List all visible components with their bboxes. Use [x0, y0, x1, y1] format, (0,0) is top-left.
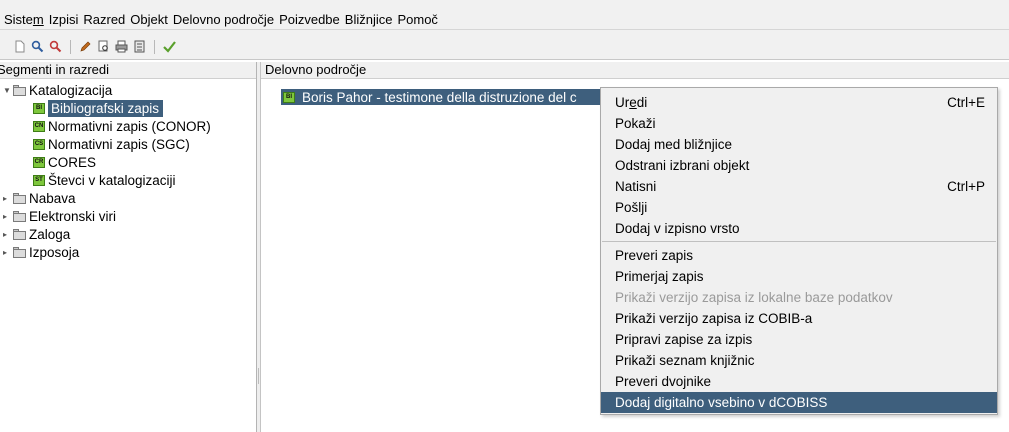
context-menu-item-dodaj-med-bliznjice[interactable]: Dodaj med bližnjice [601, 134, 997, 155]
toolbar-separator [70, 39, 71, 54]
context-menu-item-pripravi-za-izpis[interactable]: Pripravi zapise za izpis [601, 329, 997, 350]
menu-item-label: Dodaj digitalno vsebino v dCOBISS [615, 395, 828, 410]
print-icon[interactable] [114, 39, 129, 54]
menu-bliznjice[interactable]: Bližnjice [345, 12, 393, 28]
tree-node-label: Elektronski viri [29, 208, 117, 224]
menu-objekt[interactable]: Objekt [130, 12, 168, 28]
calculator-icon[interactable] [132, 39, 147, 54]
menu-poizvedbe[interactable]: Poizvedbe [279, 12, 340, 28]
tree-node-katalogizacija[interactable]: ▼ Katalogizacija [0, 81, 256, 99]
folder-icon [13, 246, 26, 258]
context-menu-item-preveri-dvojnike[interactable]: Preveri dvojnike [601, 371, 997, 392]
context-menu-item-primerjaj-zapis[interactable]: Primerjaj zapis [601, 266, 997, 287]
menu-bar: Sistem Izpisi Razred Objekt Delovno področje… [0, 0, 1009, 30]
tree-node-label: Zaloga [29, 226, 71, 242]
record-class-icon: ŠT [33, 174, 45, 186]
record-class-icon: BI [283, 91, 295, 103]
context-menu-item-seznam-knjiznic[interactable]: Prikaži seznam knjižnic [601, 350, 997, 371]
tree-node-cores[interactable]: CR CORES [0, 153, 256, 171]
context-menu-item-dodaj-v-izpisno-vrsto[interactable]: Dodaj v izpisno vrsto [601, 218, 997, 239]
menu-item-label: Prikaži verzijo zapisa iz lokalne baze p… [615, 290, 893, 305]
collapsed-arrow-icon[interactable]: ▸ [3, 230, 11, 239]
tree-node-label: Katalogizacija [29, 82, 113, 98]
new-document-icon[interactable] [12, 39, 27, 54]
menu-item-label: Dodaj med bližnjice [615, 137, 733, 152]
folder-icon [13, 210, 26, 222]
folder-icon [13, 192, 26, 204]
menu-item-label: Prikaži verzijo zapisa iz COBIB-a [615, 311, 813, 326]
collapsed-arrow-icon[interactable]: ▸ [3, 212, 11, 221]
tree-node-nabava[interactable]: ▸ Nabava [0, 189, 256, 207]
toolbar [0, 30, 1009, 60]
tree-node-label: Števci v katalogizaciji [48, 172, 176, 188]
menu-separator [602, 241, 996, 242]
context-menu-item-dcobiss[interactable]: Dodaj digitalno vsebino v dCOBISS [601, 392, 997, 413]
tree-node-label: Nabava [29, 190, 76, 206]
record-class-icon: CR [33, 156, 45, 168]
tree-node-label: Normativni zapis (SGC) [48, 136, 190, 152]
menu-razred[interactable]: Razred [83, 12, 125, 28]
tree-node-zaloga[interactable]: ▸ Zaloga [0, 225, 256, 243]
context-menu-item-cobib-verzija[interactable]: Prikaži verzijo zapisa iz COBIB-a [601, 308, 997, 329]
tree-node-label: Normativni zapis (CONOR) [48, 118, 211, 134]
splitter-grip[interactable] [258, 368, 259, 384]
context-menu: Uredi Ctrl+E Pokaži Dodaj med bližnjice O… [600, 87, 998, 415]
check-icon[interactable] [162, 39, 177, 54]
context-menu-item-pokazi[interactable]: Pokaži [601, 113, 997, 134]
expanded-arrow-icon[interactable]: ▼ [3, 86, 11, 95]
collapsed-arrow-icon[interactable]: ▸ [3, 194, 11, 203]
menu-item-label: Pošlji [615, 200, 648, 215]
collapsed-arrow-icon[interactable]: ▸ [3, 248, 11, 257]
advanced-search-icon[interactable] [48, 39, 63, 54]
menu-item-label: Natisni [615, 179, 657, 194]
tree-node-normativni-zapis-conor[interactable]: CN Normativni zapis (CONOR) [0, 117, 256, 135]
tree-node-elektronski-viri[interactable]: ▸ Elektronski viri [0, 207, 256, 225]
menu-pomoc[interactable]: Pomoč [397, 12, 437, 28]
tree-node-label: Bibliografski zapis [48, 99, 164, 117]
menu-izpisi[interactable]: Izpisi [49, 12, 79, 28]
tree-node-label: CORES [48, 154, 97, 170]
segments-panel: Segmenti in razredi ▼ Katalogizacija BI … [0, 62, 257, 432]
menu-item-label: Pokaži [615, 116, 656, 131]
edit-pencil-icon[interactable] [78, 39, 93, 54]
segments-panel-header: Segmenti in razredi [0, 62, 256, 79]
menu-sistem[interactable]: Sistem [4, 12, 44, 28]
tree-node-normativni-zapis-sgc[interactable]: CS Normativni zapis (SGC) [0, 135, 256, 153]
context-menu-item-poslji[interactable]: Pošlji [601, 197, 997, 218]
preview-icon[interactable] [96, 39, 111, 54]
tree-node-stevci[interactable]: ŠT Števci v katalogizaciji [0, 171, 256, 189]
menu-item-label: Preveri zapis [615, 248, 694, 263]
menu-item-shortcut: Ctrl+P [947, 179, 985, 194]
tree-node-label: Izposoja [29, 244, 80, 260]
folder-icon [13, 228, 26, 240]
menu-item-shortcut: Ctrl+E [947, 95, 985, 110]
menu-delovno-podrocje[interactable]: Delovno področje [173, 12, 274, 28]
record-class-icon: CS [33, 138, 45, 150]
record-class-icon: BI [33, 102, 45, 114]
context-menu-item-preveri-zapis[interactable]: Preveri zapis [601, 245, 997, 266]
tree-node-izposoja[interactable]: ▸ Izposoja [0, 243, 256, 261]
menu-item-label: Odstrani izbrani objekt [615, 158, 750, 173]
workspace-record-item[interactable]: BI Boris Pahor - testimone della distruz… [281, 89, 606, 105]
context-menu-item-uredi[interactable]: Uredi Ctrl+E [601, 92, 997, 113]
context-menu-item-lokalna-verzija: Prikaži verzijo zapisa iz lokalne baze p… [601, 287, 997, 308]
menu-item-label: Preveri dvojnike [615, 374, 712, 389]
workspace-panel-header: Delovno področje [261, 62, 1009, 79]
menu-item-label: Primerjaj zapis [615, 269, 704, 284]
menu-item-label: Prikaži seznam knjižnic [615, 353, 755, 368]
segments-tree: ▼ Katalogizacija BI Bibliografski zapis … [0, 79, 256, 261]
menu-item-label: Pripravi zapise za izpis [615, 332, 753, 347]
context-menu-item-odstrani[interactable]: Odstrani izbrani objekt [601, 155, 997, 176]
menu-item-label: Uredi [615, 95, 648, 110]
context-menu-item-natisni[interactable]: Natisni Ctrl+P [601, 176, 997, 197]
toolbar-separator [154, 39, 155, 54]
search-icon[interactable] [30, 39, 45, 54]
folder-icon [13, 84, 26, 96]
menu-item-label: Dodaj v izpisno vrsto [615, 221, 740, 236]
record-title: Boris Pahor - testimone della distruzion… [302, 89, 577, 105]
tree-node-bibliografski-zapis[interactable]: BI Bibliografski zapis [0, 99, 256, 117]
record-class-icon: CN [33, 120, 45, 132]
